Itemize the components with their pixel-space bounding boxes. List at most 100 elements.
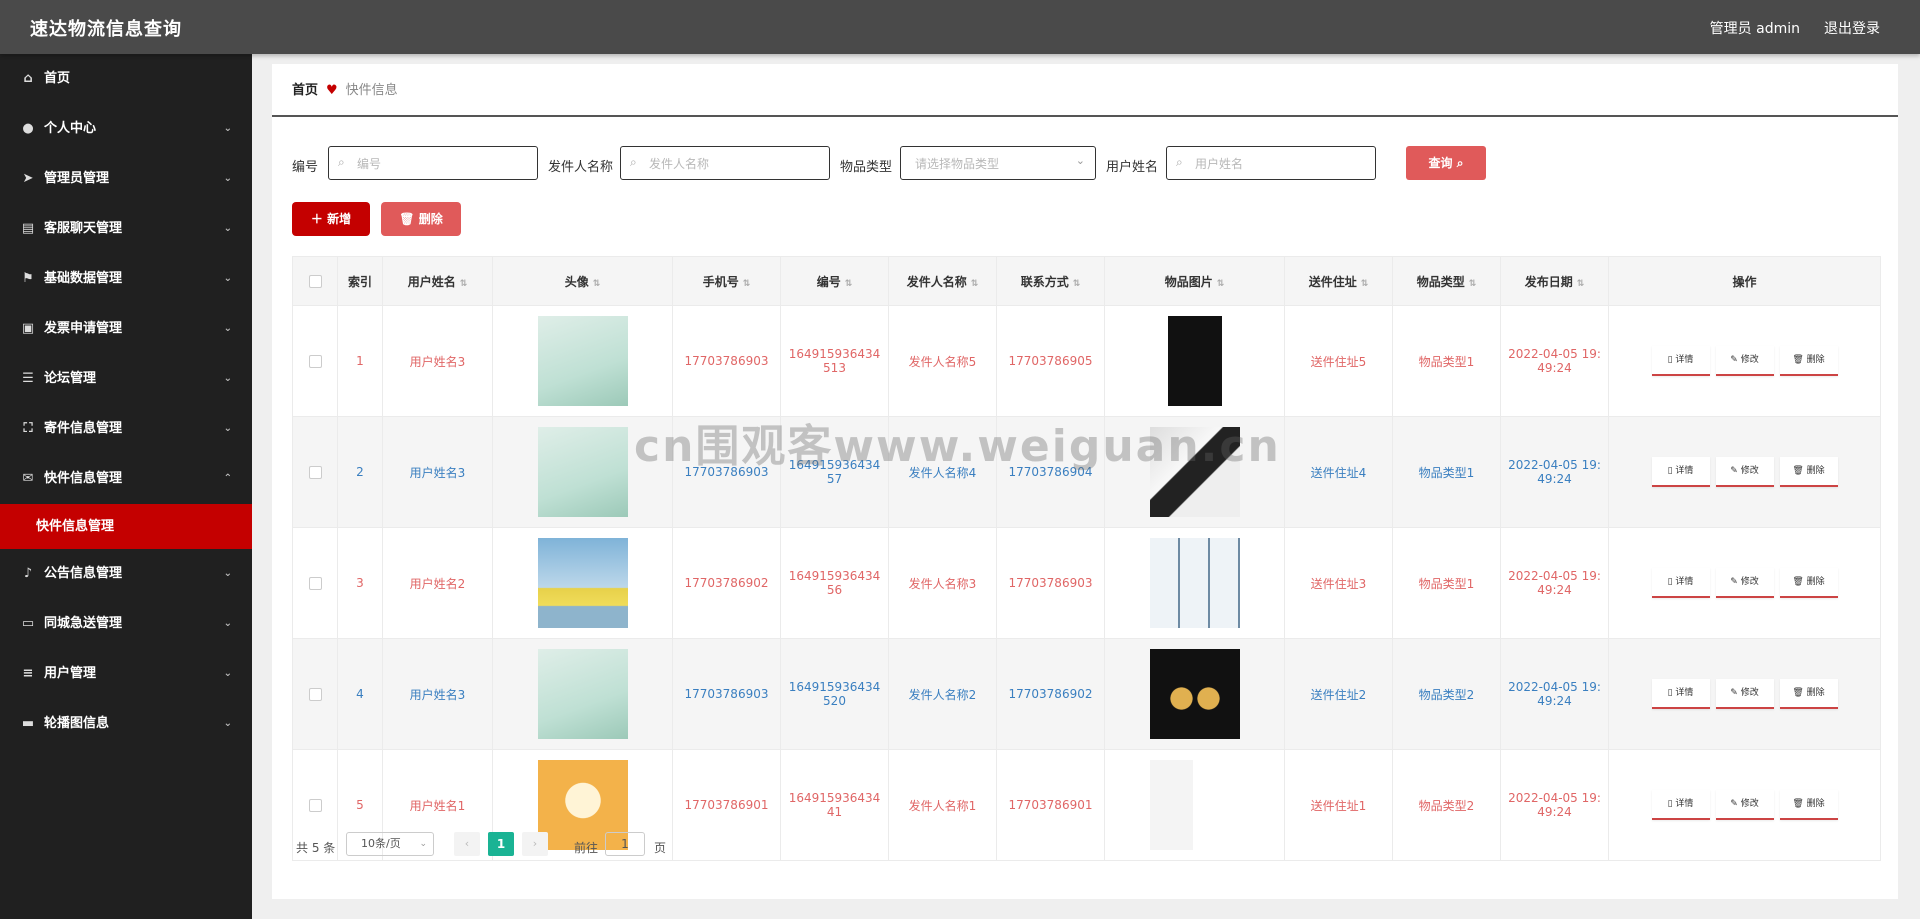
delete-button[interactable]: 🗑 删除	[1779, 457, 1838, 487]
avatar-image[interactable]	[537, 316, 628, 406]
item-image[interactable]	[1149, 538, 1240, 628]
avatar-image[interactable]	[537, 427, 628, 517]
sidebar-item-label: 寄件信息管理	[44, 421, 123, 436]
breadcrumb-home[interactable]: 首页	[292, 83, 318, 98]
cell-date: 2022-04-05 19:49:24	[1500, 305, 1609, 417]
sort-icon: ⇅	[844, 278, 853, 289]
row-checkbox[interactable]	[292, 638, 338, 750]
search-username-input[interactable]	[1193, 153, 1364, 175]
sidebar-item[interactable]: ▬ 轮播图信息 ⌄	[0, 699, 252, 749]
breadcrumb: 首页 ♥ 快件信息	[272, 64, 1898, 117]
chevron-icon: ⌄	[223, 173, 232, 184]
edit-button[interactable]: ✎ 修改	[1715, 790, 1774, 820]
delete-button[interactable]: 🗑 删除	[1779, 790, 1838, 820]
express-table: 索引 用户姓名 ⇅ 头像 ⇅ 手机号 ⇅ 编号 ⇅ 发件人名称 ⇅ 联系方式 ⇅ 物品图片 ⇅…	[292, 256, 1881, 861]
breadcrumb-current: 快件信息	[345, 83, 398, 98]
sidebar-item[interactable]: ✉ 快件信息管理 ⌃	[0, 454, 252, 504]
row-checkbox[interactable]	[292, 527, 338, 639]
col-address[interactable]: 送件住址 ⇅	[1284, 256, 1393, 306]
search-sender-box[interactable]: ⌕	[620, 146, 830, 180]
edit-button[interactable]: ✎ 修改	[1715, 346, 1774, 376]
sidebar-item[interactable]: ▭ 同城急送管理 ⌄	[0, 599, 252, 649]
cell-date: 2022-04-05 19:49:24	[1500, 527, 1609, 639]
sort-icon: ⇅	[1576, 278, 1585, 289]
select-all-checkbox[interactable]	[292, 256, 338, 306]
search-code-input[interactable]	[355, 153, 526, 175]
sidebar-item[interactable]: ⛶ 寄件信息管理 ⌄	[0, 404, 252, 454]
search-sender-input[interactable]	[647, 153, 818, 175]
sort-icon: ⇅	[459, 278, 468, 289]
add-button[interactable]: ＋ 新增	[292, 202, 370, 236]
message-icon: ▭	[21, 616, 35, 631]
cell-code: 164915936434513	[780, 305, 889, 417]
col-type[interactable]: 物品类型 ⇅	[1392, 256, 1501, 306]
edit-button[interactable]: ✎ 修改	[1715, 679, 1774, 709]
avatar-image[interactable]	[537, 538, 628, 628]
sidebar-item[interactable]: ⌂ 首页	[0, 54, 252, 104]
sidebar-item-label: 基础数据管理	[44, 271, 123, 286]
sidebar-item[interactable]: ● 个人中心 ⌄	[0, 104, 252, 154]
col-username[interactable]: 用户姓名 ⇅	[382, 256, 493, 306]
item-image[interactable]	[1149, 649, 1240, 739]
goto-page-input[interactable]: 1	[605, 832, 645, 856]
detail-button[interactable]: ▯ 详情	[1651, 568, 1710, 598]
edit-button[interactable]: ✎ 修改	[1715, 568, 1774, 598]
next-page-button[interactable]: ›	[522, 832, 548, 856]
cell-code: 164915936434520	[780, 638, 889, 750]
sort-icon: ⇅	[1468, 278, 1477, 289]
sort-icon: ⇅	[970, 278, 979, 289]
query-label: 查询	[1428, 156, 1453, 170]
page-size-select[interactable]: 10条/页 ⌄	[346, 832, 434, 856]
sidebar-item[interactable]: ▣ 发票申请管理 ⌄	[0, 304, 252, 354]
col-index: 索引	[337, 256, 383, 306]
chevron-left-icon: ‹	[464, 837, 470, 850]
col-contact[interactable]: 联系方式 ⇅	[996, 256, 1105, 306]
delete-button[interactable]: 🗑 删除	[1779, 679, 1838, 709]
delete-button[interactable]: 🗑 删除	[1779, 568, 1838, 598]
detail-button[interactable]: ▯ 详情	[1651, 679, 1710, 709]
cell-index: 4	[337, 638, 383, 750]
sidebar-item[interactable]: ➤ 管理员管理 ⌄	[0, 154, 252, 204]
table-row: 3 用户姓名2 17703786902 16491593643456 发件人名称3 177…	[292, 527, 1881, 639]
logout-link[interactable]: 退出登录	[1824, 18, 1880, 38]
search-code-box[interactable]: ⌕	[328, 146, 538, 180]
send-icon: ➤	[22, 171, 34, 186]
col-sender[interactable]: 发件人名称 ⇅	[888, 256, 997, 306]
col-phone[interactable]: 手机号 ⇅	[672, 256, 781, 306]
detail-button[interactable]: ▯ 详情	[1651, 346, 1710, 376]
chevron-icon: ⌄	[223, 123, 232, 134]
sidebar-item[interactable]: ☰ 论坛管理 ⌄	[0, 354, 252, 404]
detail-button[interactable]: ▯ 详情	[1651, 790, 1710, 820]
batch-delete-button[interactable]: 🗑 删除	[381, 202, 461, 236]
prev-page-button[interactable]: ‹	[454, 832, 480, 856]
sidebar-item[interactable]: ≡ 用户管理 ⌄	[0, 649, 252, 699]
sidebar-item[interactable]: ⚑ 基础数据管理 ⌄	[0, 254, 252, 304]
item-image[interactable]	[1149, 316, 1240, 406]
submenu-item-express-info[interactable]: 快件信息管理	[0, 504, 252, 549]
sidebar-item[interactable]: ▤ 客服聊天管理 ⌄	[0, 204, 252, 254]
col-actions: 操作	[1608, 256, 1881, 306]
page-button-1[interactable]: 1	[488, 832, 514, 856]
item-type-select[interactable]: 请选择物品类型 ⌄	[900, 146, 1096, 180]
col-code[interactable]: 编号 ⇅	[780, 256, 889, 306]
col-avatar[interactable]: 头像 ⇅	[492, 256, 673, 306]
row-checkbox[interactable]	[292, 416, 338, 528]
sidebar-item[interactable]: ♪ 公告信息管理 ⌄	[0, 549, 252, 599]
delete-button[interactable]: 🗑 删除	[1779, 346, 1838, 376]
edit-button[interactable]: ✎ 修改	[1715, 457, 1774, 487]
cell-address: 送件住址2	[1284, 638, 1393, 750]
detail-button[interactable]: ▯ 详情	[1651, 457, 1710, 487]
query-button[interactable]: 查询 ⌕	[1406, 146, 1486, 180]
col-item-image[interactable]: 物品图片 ⇅	[1104, 256, 1285, 306]
goto-suffix: 页	[654, 841, 667, 855]
chevron-icon: ⌄	[223, 223, 232, 234]
item-image[interactable]	[1149, 427, 1240, 517]
search-username-box[interactable]: ⌕	[1166, 146, 1376, 180]
cell-contact: 17703786902	[996, 638, 1105, 750]
cell-phone: 17703786902	[672, 527, 781, 639]
main-area: 首页 ♥ 快件信息 编号 ⌕ 发件人名称 ⌕ 物品类型 请选择物品类型 ⌄ 用户姓名…	[252, 54, 1920, 919]
avatar-image[interactable]	[537, 649, 628, 739]
item-image[interactable]	[1149, 760, 1240, 850]
col-date[interactable]: 发布日期 ⇅	[1500, 256, 1609, 306]
row-checkbox[interactable]	[292, 305, 338, 417]
